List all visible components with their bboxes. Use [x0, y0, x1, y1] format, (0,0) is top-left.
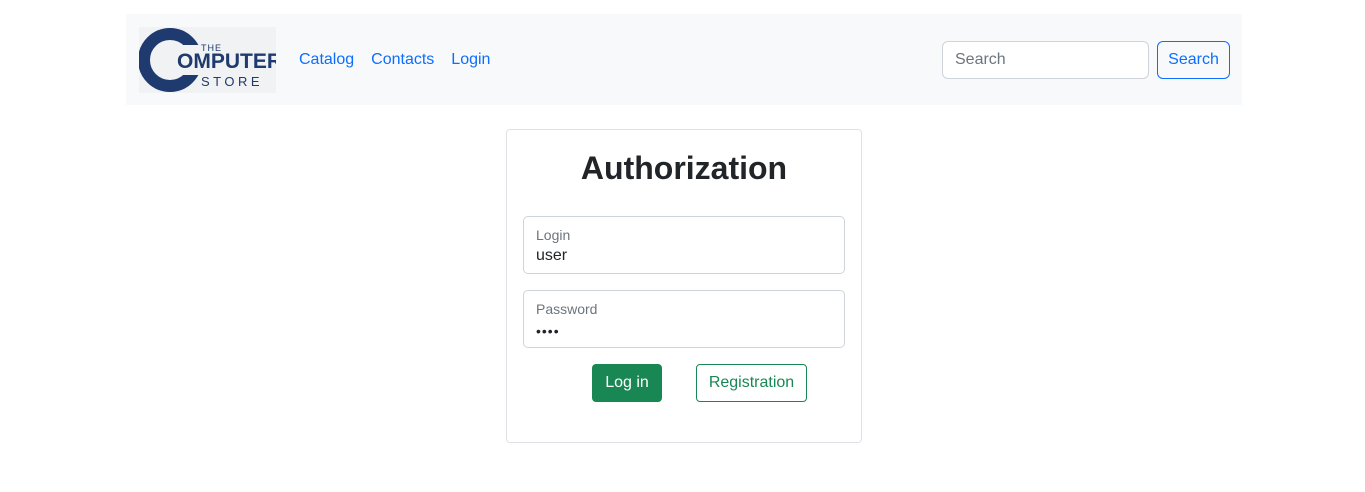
- registration-button[interactable]: Registration: [696, 364, 807, 402]
- password-field-label: Password: [536, 301, 598, 317]
- login-field-label: Login: [536, 227, 571, 243]
- store-logo[interactable]: THE OMPUTER STORE: [139, 27, 276, 93]
- logo-main-text: OMPUTER: [177, 50, 276, 73]
- nav-links: Catalog Contacts Login: [299, 50, 490, 70]
- nav-link-catalog[interactable]: Catalog: [299, 50, 354, 70]
- search-button[interactable]: Search: [1157, 41, 1230, 79]
- logo-bottom-text: STORE: [201, 74, 263, 89]
- login-field-value[interactable]: user: [536, 246, 567, 266]
- password-field[interactable]: Password ••••: [523, 290, 845, 348]
- nav-link-login[interactable]: Login: [451, 50, 490, 70]
- password-field-value[interactable]: ••••: [536, 321, 560, 341]
- page-title: Authorization: [580, 150, 788, 186]
- login-field[interactable]: Login user: [523, 216, 845, 274]
- authorization-card: Authorization Login user Password •••• L…: [506, 129, 862, 443]
- nav-link-contacts[interactable]: Contacts: [371, 50, 434, 70]
- search-input[interactable]: [942, 41, 1149, 79]
- navbar: THE OMPUTER STORE Catalog Contacts Login…: [126, 14, 1242, 105]
- log-in-button[interactable]: Log in: [592, 364, 662, 402]
